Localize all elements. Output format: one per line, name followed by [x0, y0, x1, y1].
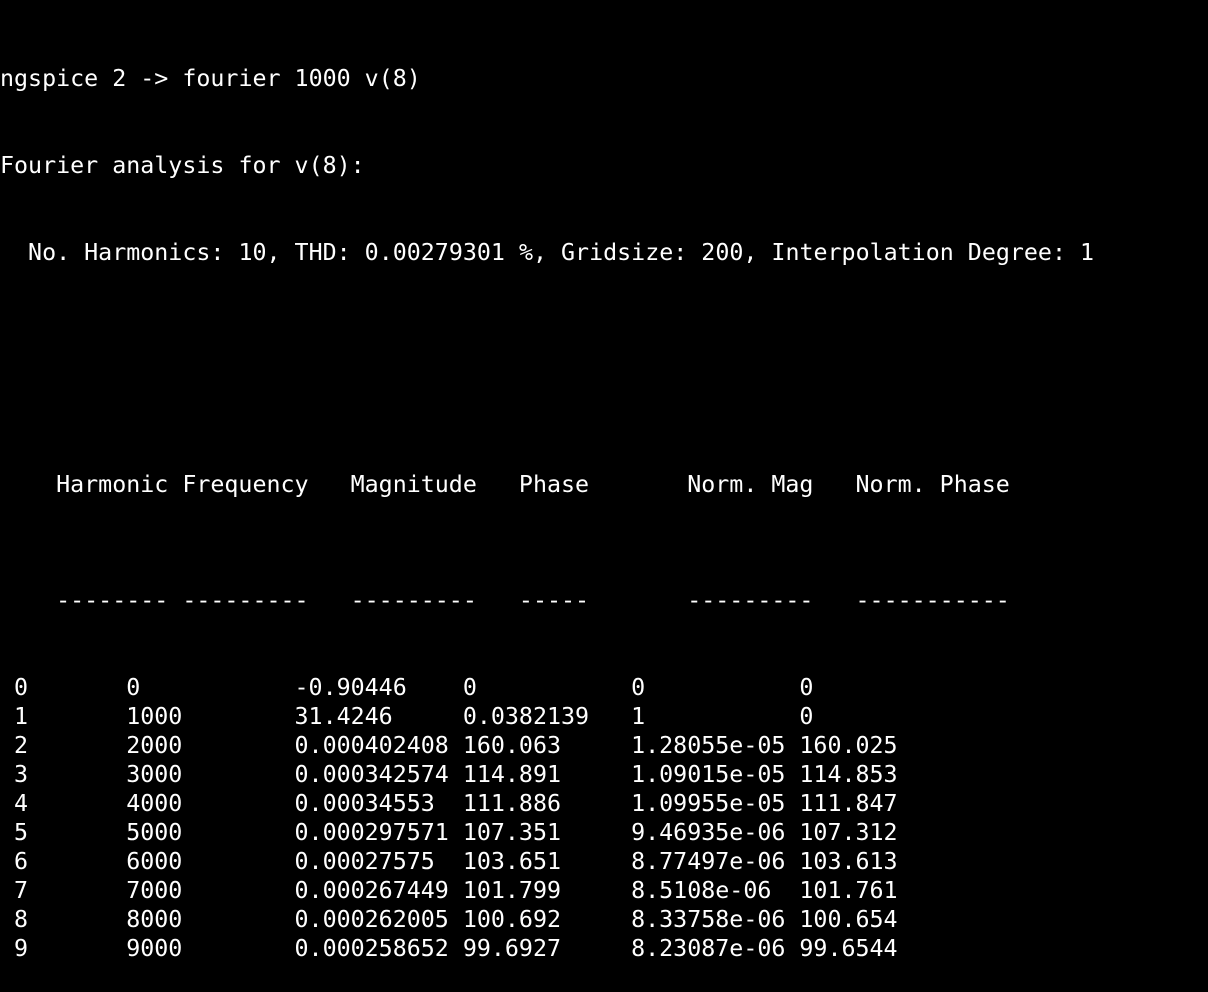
cell-harmonic: 3 — [0, 761, 29, 788]
cell-harmonic: 0 — [0, 674, 29, 701]
cell-frequency: 2000 — [126, 732, 183, 759]
cell-magnitude: 0.00034553 — [294, 790, 435, 817]
cell-magnitude: 0.000267449 — [294, 877, 449, 904]
cell-norm-mag: 8.5108e-06 — [631, 877, 772, 904]
separator: --------- — [687, 587, 814, 614]
separator: --------- — [182, 587, 309, 614]
table-row: 1 1000 31.4246 0.0382139 1 0 — [0, 702, 1208, 731]
cell-norm-mag: 0 — [631, 674, 646, 701]
cell-norm-mag: 8.23087e-06 — [631, 935, 786, 962]
cell-norm-phase: 111.847 — [799, 790, 898, 817]
table-row: 6 6000 0.00027575 103.651 8.77497e-06 103.613 — [0, 847, 1208, 876]
cell-norm-phase: 99.6544 — [799, 935, 898, 962]
cell-norm-phase: 103.613 — [799, 848, 898, 875]
table-row: 7 7000 0.000267449 101.799 8.5108e-06 101.761 — [0, 876, 1208, 905]
cell-magnitude: -0.90446 — [294, 674, 407, 701]
cell-magnitude: 0.000297571 — [294, 819, 449, 846]
cell-phase: 99.6927 — [462, 935, 561, 962]
cell-norm-phase: 100.654 — [799, 906, 898, 933]
separator: --------- — [350, 587, 477, 614]
cell-phase: 107.351 — [462, 819, 561, 846]
cell-norm-phase: 107.312 — [799, 819, 898, 846]
cell-phase: 101.799 — [462, 877, 561, 904]
analysis-title: Fourier analysis for v(8): — [0, 152, 365, 179]
cell-norm-mag: 8.77497e-06 — [631, 848, 786, 875]
cell-frequency: 4000 — [126, 790, 183, 817]
cell-magnitude: 0.000262005 — [294, 906, 449, 933]
cell-magnitude: 0.00027575 — [294, 848, 435, 875]
cell-magnitude: 0.000402408 — [294, 732, 449, 759]
table-header-row: Harmonic Frequency Magnitude Phase Norm. Mag… — [0, 441, 1208, 498]
cell-norm-mag: 9.46935e-06 — [631, 819, 786, 846]
cell-norm-mag: 1.09015e-05 — [631, 761, 786, 788]
cell-harmonic: 6 — [0, 848, 29, 875]
command-line: ngspice 2 -> fourier 1000 v(8) — [0, 65, 421, 92]
cell-norm-mag: 1 — [631, 703, 646, 730]
cell-norm-mag: 1.09955e-05 — [631, 790, 786, 817]
table-row: 4 4000 0.00034553 111.886 1.09955e-05 111.847 — [0, 789, 1208, 818]
cell-frequency: 5000 — [126, 819, 183, 846]
cell-phase: 103.651 — [462, 848, 561, 875]
cell-frequency: 8000 — [126, 906, 183, 933]
cell-harmonic: 7 — [0, 877, 29, 904]
cell-harmonic: 1 — [0, 703, 29, 730]
cell-phase: 114.891 — [462, 761, 561, 788]
cell-phase: 0 — [462, 674, 477, 701]
cell-phase: 100.692 — [462, 906, 561, 933]
cell-norm-phase: 160.025 — [799, 732, 898, 759]
analysis-summary: No. Harmonics: 10, THD: 0.00279301 %, Gr… — [0, 239, 1095, 266]
header-magnitude: Magnitude — [350, 471, 477, 498]
cell-phase: 111.886 — [462, 790, 561, 817]
cell-phase: 0.0382139 — [462, 703, 590, 730]
table-row: 3 3000 0.000342574 114.891 1.09015e-05 114.85… — [0, 760, 1208, 789]
cell-harmonic: 2 — [0, 732, 29, 759]
cell-harmonic: 4 — [0, 790, 29, 817]
separator: ----- — [518, 587, 590, 614]
table-row: 0 0 -0.90446 0 0 0 — [0, 673, 1208, 702]
table-row: 9 9000 0.000258652 99.6927 8.23087e-06 99.654… — [0, 934, 1208, 963]
cell-phase: 160.063 — [462, 732, 561, 759]
table-row: 2 2000 0.000402408 160.063 1.28055e-05 160.02… — [0, 731, 1208, 760]
cell-frequency: 6000 — [126, 848, 183, 875]
header-norm-mag: Norm. Mag — [687, 471, 814, 498]
cell-magnitude: 31.4246 — [294, 703, 393, 730]
cell-magnitude: 0.000258652 — [294, 935, 449, 962]
cell-norm-phase: 0 — [799, 674, 814, 701]
separator: ----------- — [855, 587, 1010, 614]
cell-norm-mag: 1.28055e-05 — [631, 732, 786, 759]
cell-harmonic: 8 — [0, 906, 29, 933]
separator: -------- — [56, 587, 169, 614]
header-harmonic: Harmonic — [56, 471, 169, 498]
cell-norm-phase: 101.761 — [799, 877, 898, 904]
table-body: 0 0 -0.90446 0 0 0 1 1000 31.4246 0.0382139 1 0 22… — [0, 673, 1208, 963]
cell-frequency: 0 — [126, 674, 141, 701]
table-separator-row: -------- --------- --------- ----- ---------… — [0, 557, 1208, 614]
cell-frequency: 7000 — [126, 877, 183, 904]
cell-frequency: 9000 — [126, 935, 183, 962]
header-frequency: Frequency — [182, 471, 309, 498]
header-phase: Phase — [518, 471, 590, 498]
table-row: 5 5000 0.000297571 107.351 9.46935e-06 107.31… — [0, 818, 1208, 847]
terminal-output[interactable]: ngspice 2 -> fourier 1000 v(8) Fourier a… — [0, 6, 1208, 992]
cell-harmonic: 9 — [0, 935, 29, 962]
cell-norm-mag: 8.33758e-06 — [631, 906, 786, 933]
header-norm-phase: Norm. Phase — [855, 471, 1010, 498]
cell-frequency: 3000 — [126, 761, 183, 788]
cell-norm-phase: 0 — [799, 703, 814, 730]
cell-harmonic: 5 — [0, 819, 29, 846]
cell-norm-phase: 114.853 — [799, 761, 898, 788]
cell-frequency: 1000 — [126, 703, 183, 730]
table-row: 8 8000 0.000262005 100.692 8.33758e-06 100.65… — [0, 905, 1208, 934]
cell-magnitude: 0.000342574 — [294, 761, 449, 788]
